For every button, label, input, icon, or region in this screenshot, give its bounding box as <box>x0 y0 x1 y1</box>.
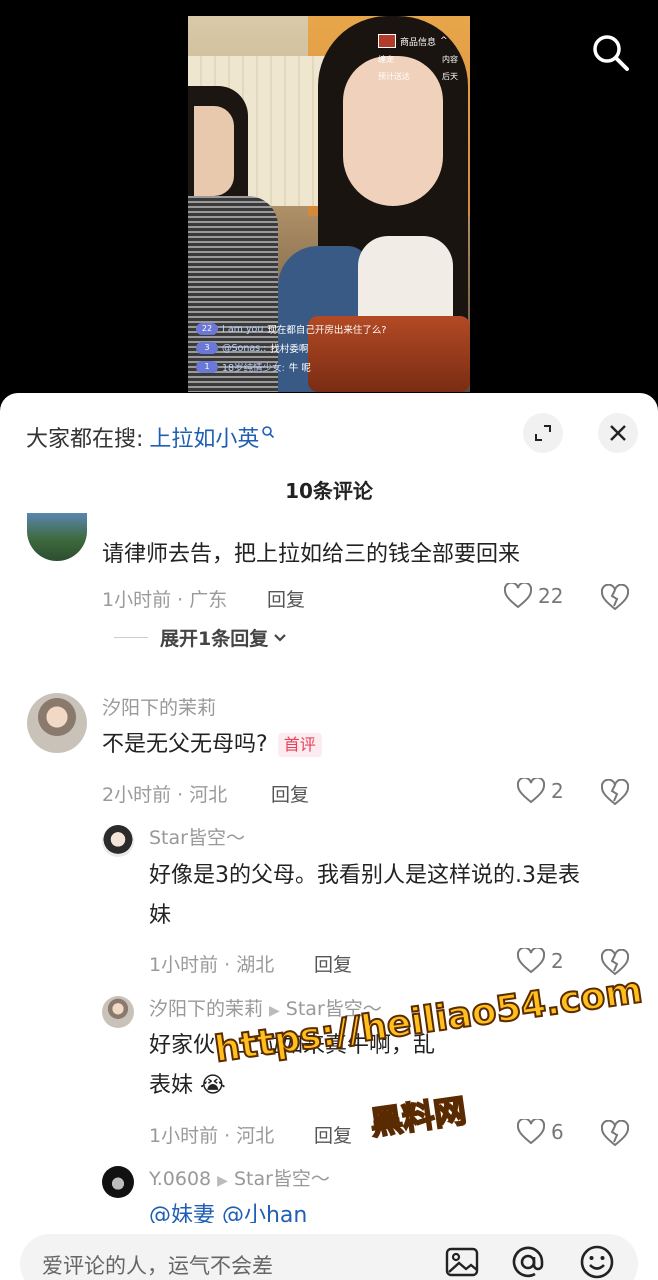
like-button[interactable]: 6 <box>517 1119 564 1145</box>
goods-title: 商品信息 <box>400 37 437 48</box>
close-icon[interactable] <box>598 413 638 453</box>
goods-thumb <box>378 34 396 48</box>
comment-text-content: 不是无父无母吗? <box>102 732 268 757</box>
reply-meta: 1小时前 · 湖北 <box>149 954 275 976</box>
avatar[interactable] <box>27 513 87 561</box>
reply-button[interactable]: 回复 <box>314 950 352 977</box>
comment-username[interactable]: 汐阳下的茉莉 <box>102 693 216 720</box>
dislike-icon[interactable] <box>601 584 629 612</box>
live-comment-user: @Sonas.: <box>222 342 267 354</box>
emoji-icon[interactable] <box>579 1244 615 1280</box>
heart-icon <box>517 778 545 804</box>
like-button[interactable]: 2 <box>517 778 564 804</box>
expand-icon[interactable] <box>523 413 563 453</box>
live-comment-feed: 22 I am you 现在都自己开房出来住了么? 3 @Sonas.: 找村委… <box>196 322 386 379</box>
avatar[interactable] <box>102 996 134 1028</box>
expand-replies-label: 展开1条回复 <box>160 628 269 650</box>
heart-icon <box>517 948 545 974</box>
reply-text: @妹妻 @小han <box>149 1203 308 1223</box>
reply-text-line: 好家伙！上拉如来真牛啊，乱 <box>149 1033 436 1058</box>
reply-target-username[interactable]: Star皆空～ <box>234 1168 330 1190</box>
like-button[interactable]: 22 <box>504 583 563 609</box>
comment-input-placeholder[interactable]: 爱评论的人，运气不会差 <box>42 1250 273 1280</box>
image-icon[interactable] <box>444 1244 480 1280</box>
goods-col2: 内容 <box>442 55 458 64</box>
live-comment-text: 牛 呢 <box>288 363 311 374</box>
trending-search[interactable]: 大家都在搜: 上拉如小英 <box>26 421 275 453</box>
dislike-icon[interactable] <box>601 779 629 807</box>
reply-text: 好像是3的父母。我看别人是这样说的.3是表 妹 <box>149 856 639 936</box>
at-icon[interactable] <box>510 1244 546 1280</box>
divider-line <box>114 637 148 638</box>
goods-col4: 后天 <box>442 72 458 81</box>
reply-button[interactable]: 回复 <box>314 1121 352 1148</box>
comment-text: 请律师去告，把上拉如给三的钱全部要回来 <box>102 542 521 567</box>
reply-username[interactable]: Y.0608 ▶ Star皆空～ <box>149 1164 330 1191</box>
goods-info-badge[interactable]: 商品信息 ^ 缠宠 内容 预计送达 后天 <box>378 34 458 88</box>
level-badge: 1 <box>196 361 218 373</box>
reply-arrow-icon: ▶ <box>217 1173 228 1189</box>
live-video-frame[interactable]: 商品信息 ^ 缠宠 内容 预计送达 后天 22 I am you 现在都自己开房出来… <box>188 16 470 392</box>
goods-col1: 缠宠 <box>378 55 394 64</box>
comment-count: 10条评论 <box>285 479 373 503</box>
search-icon[interactable] <box>588 30 632 74</box>
level-badge: 3 <box>196 342 218 354</box>
first-comment-badge: 首评 <box>277 733 322 757</box>
comment-meta: 2小时前 · 河北 <box>102 784 228 806</box>
level-badge: 22 <box>196 323 218 335</box>
live-comment-text: 找村委啊 <box>270 344 309 355</box>
trending-search-prefix: 大家都在搜: <box>26 427 144 452</box>
reply-text-line: 妹 <box>149 903 172 928</box>
live-comment: 22 I am you 现在都自己开房出来住了么? <box>196 322 386 336</box>
reply-username[interactable]: Star皆空～ <box>149 823 245 850</box>
comment-input[interactable]: 爱评论的人，运气不会差 <box>20 1234 638 1280</box>
like-count: 6 <box>551 1120 564 1144</box>
chevron-down-icon <box>274 633 287 642</box>
avatar[interactable] <box>27 693 87 753</box>
reply-username-text[interactable]: Y.0608 <box>149 1168 211 1190</box>
like-count: 2 <box>551 949 564 973</box>
reply-text: 好家伙！上拉如来真牛啊，乱 表妹 😭 <box>149 1026 639 1106</box>
reply-button[interactable]: 回复 <box>267 585 305 612</box>
avatar[interactable] <box>102 1166 134 1198</box>
reply-text-line: 表妹 😭 <box>149 1066 639 1106</box>
trending-search-keyword[interactable]: 上拉如小英 <box>149 421 259 453</box>
expand-replies-button[interactable]: 展开1条回复 <box>114 624 288 651</box>
video-player[interactable]: 商品信息 ^ 缠宠 内容 预计送达 后天 22 I am you 现在都自己开房出来… <box>0 0 658 420</box>
reply-username[interactable]: 汐阳下的茉莉 ▶ Star皆空～ <box>149 994 382 1021</box>
avatar[interactable] <box>102 825 134 857</box>
crying-emoji-icon: 😭 <box>200 1073 226 1098</box>
comment-text: 不是无父无母吗? 首评 <box>102 725 322 765</box>
reply-target-username[interactable]: Star皆空～ <box>286 998 382 1020</box>
comment-meta: 1小时前 · 广东 <box>102 589 228 611</box>
chevron-up-icon: ^ <box>440 36 448 46</box>
like-button[interactable]: 2 <box>517 948 564 974</box>
dislike-icon[interactable] <box>601 1120 629 1148</box>
like-count: 2 <box>551 779 564 803</box>
like-count: 22 <box>538 584 564 608</box>
reply-button[interactable]: 回复 <box>271 780 309 807</box>
reply-text-content: 表妹 <box>149 1073 194 1098</box>
reply-text-line: 好像是3的父母。我看别人是这样说的.3是表 <box>149 863 580 888</box>
live-comment-text: 现在都自己开房出来住了么? <box>267 325 387 336</box>
reply-arrow-icon: ▶ <box>269 1003 280 1019</box>
reply-meta: 1小时前 · 河北 <box>149 1125 275 1147</box>
heart-icon <box>504 583 532 609</box>
search-icon <box>262 426 275 439</box>
live-comment: 3 @Sonas.: 找村委啊 <box>196 341 386 355</box>
comment-list[interactable]: 请律师去告，把上拉如给三的钱全部要回来 1小时前 · 广东 回复 22 展开1条… <box>0 513 658 1223</box>
live-comment: 1 18岁纯情少女: 牛 呢 <box>196 360 386 374</box>
heart-icon <box>517 1119 545 1145</box>
dislike-icon[interactable] <box>601 949 629 977</box>
goods-col3: 预计送达 <box>378 72 410 81</box>
comment-sheet: 大家都在搜: 上拉如小英 10条评论 请律师去告，把上拉如给三的钱全部要回来 1… <box>0 393 658 1280</box>
live-comment-user: 18岁纯情少女: <box>222 363 285 374</box>
live-comment-user: I am you <box>222 323 264 335</box>
reply-username-text[interactable]: 汐阳下的茉莉 <box>149 998 263 1020</box>
